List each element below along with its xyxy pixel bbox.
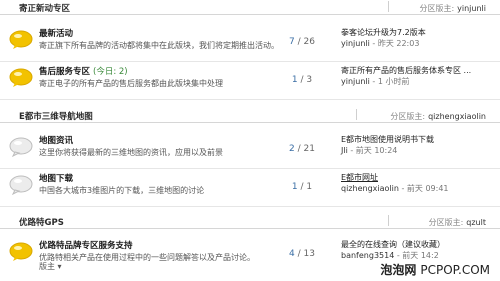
divider — [388, 1, 389, 12]
moderator-label: 分区版主: — [428, 218, 464, 227]
forum-row: 地图下载 中国各大城市3维图片的下载，三维地图的讨论 1 / 1 E都市网址 q… — [0, 168, 500, 207]
today-count: (今日: 2) — [93, 67, 128, 77]
forum-stats: 1 / 3 — [291, 75, 313, 85]
watermark-url: PCPOP.COM — [420, 263, 490, 277]
forum-name-link[interactable]: 优路特品牌专区服务支持 — [39, 239, 133, 251]
last-post-time: - 前天 14:2 — [396, 251, 439, 260]
section-moderator: 分区版主: qizhengxiaolin — [390, 111, 486, 122]
forum-description: 中国各大城市3维图片的下载，三维地图的讨论 — [39, 186, 205, 195]
moderator-link[interactable]: qizhengxiaolin — [428, 112, 486, 121]
forum-description: 寄正旗下所有品牌的活动都将集中在此版块，我们将定期推出活动。 — [39, 41, 279, 50]
moderator-label: 分区版主: — [390, 112, 426, 121]
section-header: 优路特GPS 分区版主: qzult — [0, 214, 500, 229]
forum-moderator-dropdown[interactable]: 版主 ▾ — [39, 261, 62, 272]
forum-description: 优路特相关产品在使用过程中的一些问题解答以及产品讨论。 — [39, 253, 255, 262]
no-new-posts-bubble-icon — [9, 137, 33, 159]
no-new-posts-bubble-icon — [9, 175, 33, 197]
forum-description: 这里你将获得最新的三维地图的资讯，应用以及前景 — [39, 148, 223, 157]
last-post-meta: qizhengxiaolin - 前天 09:41 — [341, 183, 449, 194]
last-post-time: - 前天 09:41 — [401, 184, 449, 193]
moderator-link[interactable]: qzult — [466, 218, 486, 227]
section-title[interactable]: 优路特GPS — [19, 216, 64, 228]
watermark: 泡泡网 PCPOP.COM — [380, 261, 490, 278]
topic-count: 7 — [289, 37, 295, 47]
forum-row: 售后服务专区 (今日: 2) 寄正电子的所有产品的售后服务都由此版块集中处理 1 … — [0, 61, 500, 100]
post-count: 26 — [303, 37, 315, 47]
last-post-title-link[interactable]: 拳客论坛升级为7.2版本 — [341, 27, 426, 38]
last-post-meta: Jli - 前天 10:24 — [341, 145, 397, 156]
section-header: 寄正新动专区 分区版主: yinjunli — [0, 0, 500, 15]
last-post-user-link[interactable]: yinjunli — [341, 77, 370, 86]
last-post-time: - 1 小时前 — [372, 77, 410, 86]
topic-count: 2 — [289, 144, 295, 154]
post-count: 21 — [303, 144, 315, 154]
last-post-meta: yinjunli - 1 小时前 — [341, 76, 409, 87]
watermark-brand: 泡泡网 — [380, 263, 417, 277]
last-post-user-link[interactable]: qizhengxiaolin — [341, 184, 399, 193]
section-header: E都市三维导航地图 分区版主: qizhengxiaolin — [0, 108, 500, 123]
forum-row: 最新活动 寄正旗下所有品牌的活动都将集中在此版块，我们将定期推出活动。 7 / … — [0, 23, 500, 62]
forum-row: 地图资讯 这里你将获得最新的三维地图的资讯，应用以及前景 2 / 21 E都市地… — [0, 130, 500, 169]
last-post-title-link[interactable]: 寄正所有产品的售后服务体系专区 ... — [341, 65, 471, 76]
topic-count: 1 — [291, 75, 298, 85]
last-post-meta: yinjunli - 昨天 22:03 — [341, 38, 419, 49]
last-post-title-link[interactable]: E都市网址 — [341, 172, 378, 183]
forum-stats: 1 / 1 — [291, 182, 313, 192]
section-moderator: 分区版主: qzult — [429, 217, 486, 228]
forum-stats: 4 / 13 — [289, 249, 315, 259]
last-post-user-link[interactable]: yinjunli — [341, 39, 370, 48]
post-count: 13 — [303, 249, 315, 259]
forum-stats: 7 / 26 — [289, 37, 315, 47]
section-moderator: 分区版主: yinjunli — [419, 3, 486, 14]
forum-name-link[interactable]: 地图下载 — [39, 172, 73, 184]
divider — [356, 109, 357, 120]
last-post-user-link[interactable]: banfeng3514 — [341, 251, 394, 260]
last-post-title-link[interactable]: E都市地图使用说明书下载 — [341, 134, 434, 145]
new-posts-bubble-icon — [9, 30, 33, 52]
divider — [388, 215, 389, 226]
section-title[interactable]: 寄正新动专区 — [19, 2, 70, 14]
forum-stats: 2 / 21 — [289, 144, 315, 154]
last-post-title-link[interactable]: 最全的在线查询（建议收藏） — [341, 239, 445, 250]
post-count: 3 — [306, 75, 313, 85]
last-post-user-link[interactable]: Jli — [341, 146, 348, 155]
topic-count: 1 — [291, 182, 298, 192]
forum-name-link[interactable]: 售后服务专区 (今日: 2) — [39, 65, 128, 77]
new-posts-bubble-icon — [9, 242, 33, 264]
post-count: 1 — [306, 182, 313, 192]
new-posts-bubble-icon — [9, 68, 33, 90]
forum-name-link[interactable]: 最新活动 — [39, 27, 73, 39]
topic-count: 4 — [289, 249, 295, 259]
forum-name-text: 售后服务专区 — [39, 67, 91, 77]
last-post-time: - 昨天 22:03 — [372, 39, 420, 48]
last-post-meta: banfeng3514 - 前天 14:2 — [341, 250, 439, 261]
moderator-link[interactable]: yinjunli — [457, 4, 486, 13]
forum-description: 寄正电子的所有产品的售后服务都由此版块集中处理 — [39, 79, 223, 88]
section-title[interactable]: E都市三维导航地图 — [19, 110, 93, 122]
last-post-time: - 前天 10:24 — [350, 146, 398, 155]
forum-name-link[interactable]: 地图资讯 — [39, 134, 73, 146]
moderator-label: 分区版主: — [419, 4, 455, 13]
